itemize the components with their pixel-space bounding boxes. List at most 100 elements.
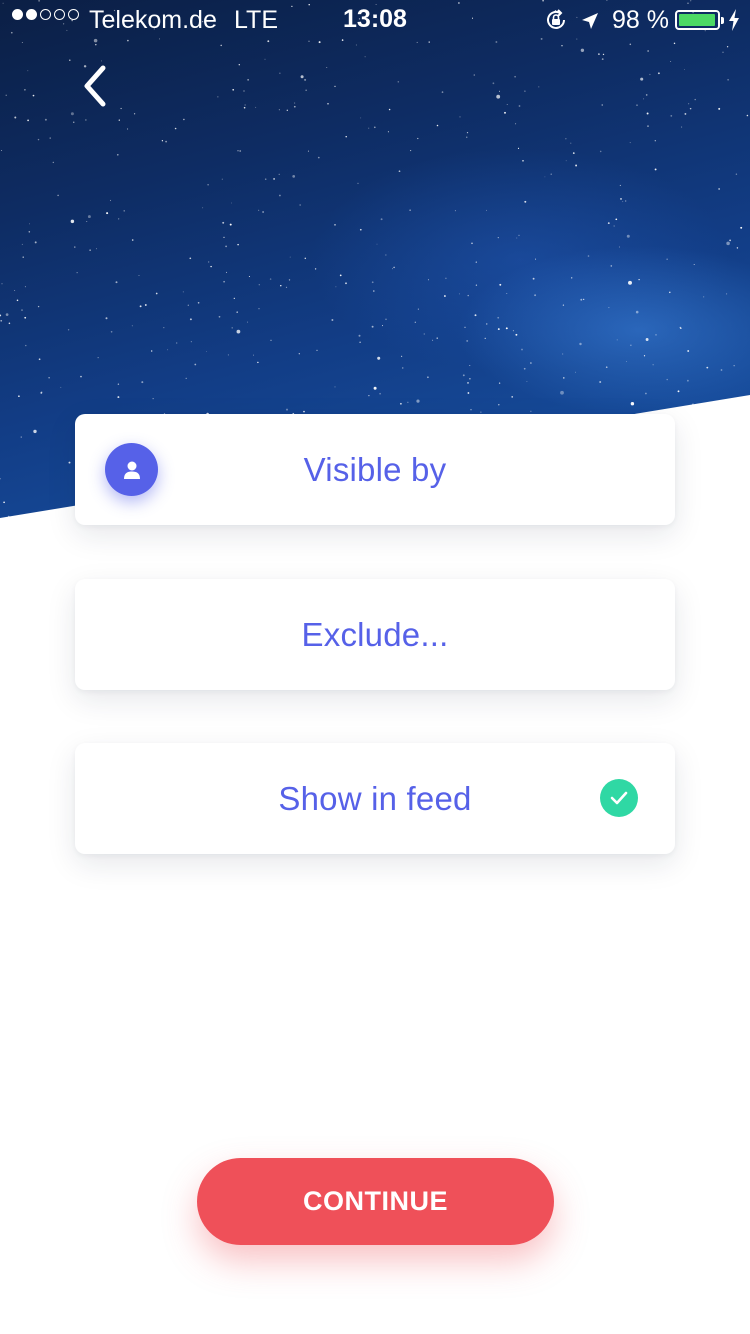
star bbox=[512, 330, 514, 332]
star bbox=[436, 337, 438, 339]
star bbox=[20, 436, 22, 438]
star bbox=[80, 375, 82, 378]
star bbox=[718, 468, 721, 471]
star bbox=[194, 363, 197, 366]
charging-bolt-icon bbox=[728, 9, 740, 38]
star bbox=[87, 215, 91, 219]
star bbox=[8, 322, 11, 325]
star bbox=[736, 420, 739, 423]
star bbox=[326, 67, 328, 69]
star bbox=[359, 228, 362, 231]
continue-button[interactable]: CONTINUE bbox=[197, 1158, 554, 1245]
location-arrow-icon bbox=[580, 9, 600, 38]
orientation-lock-icon bbox=[544, 8, 568, 39]
star bbox=[719, 456, 721, 459]
star bbox=[443, 295, 446, 297]
star bbox=[563, 377, 565, 379]
star bbox=[40, 391, 43, 394]
star bbox=[24, 88, 26, 91]
star bbox=[458, 293, 460, 295]
star bbox=[570, 142, 572, 144]
star bbox=[484, 337, 486, 340]
star bbox=[96, 248, 97, 250]
star bbox=[300, 75, 304, 79]
star bbox=[89, 249, 91, 251]
star bbox=[27, 119, 29, 122]
star bbox=[368, 127, 370, 129]
star bbox=[498, 382, 501, 384]
star bbox=[331, 319, 334, 321]
star bbox=[293, 105, 296, 108]
star bbox=[469, 365, 471, 367]
battery-percentage: 98 % bbox=[612, 6, 669, 34]
star bbox=[163, 326, 165, 329]
star bbox=[0, 478, 1, 480]
star bbox=[572, 152, 575, 154]
star bbox=[544, 176, 546, 178]
star bbox=[618, 246, 620, 248]
star bbox=[210, 265, 212, 268]
star bbox=[693, 263, 695, 266]
star bbox=[587, 255, 590, 257]
star bbox=[52, 161, 54, 164]
star bbox=[466, 131, 469, 134]
star bbox=[262, 211, 264, 213]
star bbox=[740, 226, 743, 229]
star bbox=[37, 305, 40, 308]
star bbox=[516, 237, 518, 239]
star bbox=[264, 178, 267, 180]
star bbox=[417, 137, 419, 140]
star bbox=[304, 78, 307, 81]
star bbox=[718, 436, 721, 439]
star bbox=[475, 284, 478, 286]
star bbox=[643, 98, 645, 100]
star bbox=[221, 178, 223, 180]
star bbox=[236, 311, 238, 313]
star bbox=[0, 319, 3, 322]
star bbox=[21, 42, 23, 44]
star bbox=[27, 70, 29, 72]
star bbox=[636, 104, 638, 106]
star bbox=[49, 137, 51, 139]
star bbox=[416, 399, 420, 403]
star bbox=[410, 150, 412, 152]
star bbox=[307, 150, 309, 152]
star bbox=[626, 361, 628, 363]
star bbox=[689, 107, 692, 110]
star bbox=[68, 461, 71, 464]
star bbox=[401, 355, 403, 357]
star bbox=[711, 496, 712, 497]
star bbox=[317, 156, 320, 159]
exclude-option[interactable]: Exclude... bbox=[75, 579, 675, 690]
star bbox=[308, 40, 310, 42]
star bbox=[462, 374, 465, 377]
star bbox=[359, 341, 361, 343]
star bbox=[33, 429, 37, 434]
star bbox=[561, 45, 563, 47]
star bbox=[722, 51, 724, 53]
star bbox=[21, 243, 23, 245]
checkmark-icon[interactable] bbox=[600, 779, 638, 817]
star bbox=[273, 177, 276, 180]
star bbox=[691, 419, 693, 421]
star bbox=[469, 377, 471, 380]
star bbox=[670, 115, 673, 117]
star bbox=[44, 118, 47, 121]
star bbox=[190, 341, 192, 343]
star bbox=[379, 392, 381, 395]
star bbox=[373, 126, 376, 129]
star bbox=[518, 105, 521, 107]
visible-by-option[interactable]: Visible by bbox=[75, 414, 675, 525]
star bbox=[726, 46, 729, 48]
star bbox=[724, 460, 727, 462]
star bbox=[602, 53, 605, 56]
back-button[interactable] bbox=[66, 58, 122, 114]
star bbox=[497, 316, 500, 319]
star bbox=[409, 209, 411, 211]
star bbox=[496, 94, 501, 99]
star bbox=[206, 351, 207, 352]
show-in-feed-option[interactable]: Show in feed bbox=[75, 743, 675, 854]
star bbox=[232, 88, 235, 91]
star bbox=[630, 402, 635, 406]
star bbox=[267, 40, 270, 43]
